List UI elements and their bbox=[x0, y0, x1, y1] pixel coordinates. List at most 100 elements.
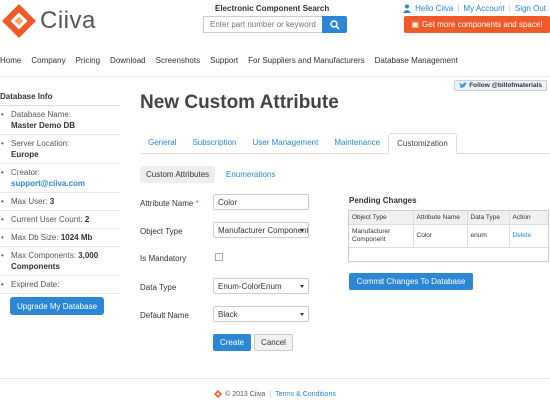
terms-link[interactable]: Terms & Conditions bbox=[275, 391, 336, 398]
ciiva-footer-icon bbox=[214, 390, 223, 398]
data-type-label: Data Type bbox=[140, 283, 177, 292]
subtab-enumerations[interactable]: Enumerations bbox=[220, 166, 281, 183]
user-icon bbox=[403, 4, 412, 13]
footer: © 2013 Ciiva | Terms & Conditions bbox=[0, 390, 550, 398]
sidebar-item-server-location: Server Location: Europe bbox=[0, 135, 120, 164]
get-more-button[interactable]: ▣ Get more components and space! bbox=[404, 16, 550, 33]
nav-suppliers[interactable]: For Suppliers and Manufacturers bbox=[248, 56, 365, 65]
subtab-custom-attributes[interactable]: Custom Attributes bbox=[140, 166, 216, 183]
expired-label: Expired Date: bbox=[11, 280, 60, 289]
search-button[interactable] bbox=[322, 16, 347, 33]
max-components-suffix: Components bbox=[11, 262, 60, 271]
max-user-label: Max User: bbox=[11, 197, 48, 206]
sidebar-item-max-components: Max Components: 3,000 Components bbox=[0, 247, 120, 276]
create-button[interactable]: Create bbox=[213, 334, 251, 351]
object-type-label: Object Type bbox=[140, 227, 183, 236]
required-mark: * bbox=[195, 199, 199, 208]
delete-link[interactable]: Delete bbox=[513, 232, 532, 239]
gift-icon: ▣ bbox=[411, 20, 420, 29]
twitter-icon bbox=[459, 82, 468, 88]
page-title: New Custom Attribute bbox=[140, 92, 339, 113]
hello-user-link[interactable]: Hello Ciiva bbox=[415, 4, 453, 13]
column-header: Object Type bbox=[349, 211, 414, 225]
pending-changes-title: Pending Changes bbox=[349, 196, 417, 205]
copyright-text: © 2013 Ciiva bbox=[225, 390, 266, 398]
commit-changes-button[interactable]: Commit Changes To Database bbox=[349, 273, 473, 290]
main-nav: Home Company Pricing Download Screenshot… bbox=[0, 56, 468, 65]
sidebar-item-user-count: Current User Count: 2 bbox=[0, 211, 120, 229]
ciiva-logo-icon bbox=[2, 4, 36, 38]
nav-home[interactable]: Home bbox=[0, 56, 21, 65]
tab-general[interactable]: General bbox=[140, 133, 184, 153]
nav-pricing[interactable]: Pricing bbox=[76, 56, 100, 65]
nav-support[interactable]: Support bbox=[210, 56, 238, 65]
column-header: Data Type bbox=[467, 211, 510, 225]
user-count-value: 2 bbox=[84, 215, 90, 224]
tab-customization[interactable]: Customization bbox=[388, 133, 457, 154]
cell-data-type: enum bbox=[467, 224, 510, 248]
brand-name: Ciiva bbox=[40, 7, 96, 34]
tab-user-management[interactable]: User Management bbox=[245, 133, 327, 153]
max-user-value: 3 bbox=[49, 197, 55, 206]
nav-screenshots[interactable]: Screenshots bbox=[156, 56, 200, 65]
database-info-sidebar: Database Info Database Name: Master Demo… bbox=[0, 92, 120, 294]
creator-label: Creator: bbox=[11, 168, 40, 177]
is-mandatory-checkbox[interactable] bbox=[215, 253, 223, 261]
table-row: Manufacturer Component Color enum Delete bbox=[349, 224, 548, 248]
user-count-label: Current User Count: bbox=[11, 215, 83, 224]
sidebar-item-max-user: Max User: 3 bbox=[0, 193, 120, 211]
my-account-link[interactable]: My Account bbox=[463, 4, 504, 13]
search-icon bbox=[329, 19, 340, 30]
creator-email-link[interactable]: support@ciiva.com bbox=[4, 178, 120, 189]
db-size-label: Max Db Size: bbox=[11, 233, 59, 242]
object-type-select[interactable]: Manufacturer Component bbox=[213, 222, 309, 238]
search-title: Electronic Component Search bbox=[215, 4, 330, 13]
default-name-select[interactable]: Black bbox=[213, 306, 309, 322]
separator: | bbox=[508, 4, 511, 13]
tab-subscription[interactable]: Subscription bbox=[184, 133, 244, 153]
pending-changes-table: Object Type Attribute Name Data Type Act… bbox=[349, 211, 548, 248]
table-header-row: Object Type Attribute Name Data Type Act… bbox=[349, 211, 548, 225]
cancel-button[interactable]: Cancel bbox=[254, 334, 293, 351]
twitter-follow-button[interactable]: Follow @billofmaterials bbox=[454, 80, 547, 91]
upgrade-database-button[interactable]: Upgrade My Database bbox=[10, 297, 104, 315]
default-name-label: Default Name bbox=[140, 311, 189, 320]
user-links: Hello Ciiva | My Account | Sign Out bbox=[403, 4, 546, 13]
sign-out-link[interactable]: Sign Out bbox=[515, 4, 546, 13]
is-mandatory-label: Is Mandatory bbox=[140, 254, 187, 263]
nav-download[interactable]: Download bbox=[110, 56, 146, 65]
max-components-value: 3,000 bbox=[78, 251, 99, 260]
search-input[interactable] bbox=[203, 16, 322, 33]
pending-changes-table-wrap: Object Type Attribute Name Data Type Act… bbox=[348, 210, 549, 262]
attribute-name-text: Attribute Name bbox=[140, 199, 194, 208]
data-type-select[interactable]: Enum-ColorEnum bbox=[213, 278, 309, 294]
max-components-label: Max Components: bbox=[11, 251, 76, 260]
ciiva-logo[interactable]: Ciiva bbox=[2, 4, 96, 38]
cell-attribute-name: Color bbox=[413, 224, 468, 248]
db-name-label: Database Name: bbox=[11, 110, 72, 119]
follow-label: Follow @billofmaterials bbox=[469, 82, 542, 89]
sidebar-title: Database Info bbox=[0, 92, 120, 106]
separator: | bbox=[457, 4, 460, 13]
column-header: Action bbox=[509, 211, 548, 225]
nav-divider bbox=[0, 76, 550, 77]
sidebar-item-expired-date: Expired Date: bbox=[0, 276, 120, 294]
db-name-value: Master Demo DB bbox=[11, 121, 76, 130]
cell-object-type: Manufacturer Component bbox=[349, 224, 414, 248]
attribute-name-label: Attribute Name * bbox=[140, 199, 199, 208]
sidebar-item-db-size: Max Db Size: 1024 Mb bbox=[0, 229, 120, 247]
tab-maintenance[interactable]: Maintenance bbox=[326, 133, 388, 153]
sidebar-item-database-name: Database Name: Master Demo DB bbox=[0, 106, 120, 135]
server-label: Server Location: bbox=[11, 139, 70, 148]
attribute-name-input[interactable]: Color bbox=[213, 194, 309, 210]
settings-tabs: General Subscription User Management Mai… bbox=[140, 133, 550, 154]
nav-database-management[interactable]: Database Management bbox=[375, 56, 458, 65]
nav-company[interactable]: Company bbox=[31, 56, 65, 65]
data-type-value: Enum-ColorEnum bbox=[218, 281, 282, 291]
footer-divider bbox=[0, 378, 550, 379]
separator: | bbox=[269, 390, 272, 398]
db-size-value: 1024 Mb bbox=[60, 233, 93, 242]
cell-action: Delete bbox=[509, 224, 548, 248]
object-type-value: Manufacturer Component bbox=[218, 225, 309, 235]
server-value: Europe bbox=[11, 150, 39, 159]
